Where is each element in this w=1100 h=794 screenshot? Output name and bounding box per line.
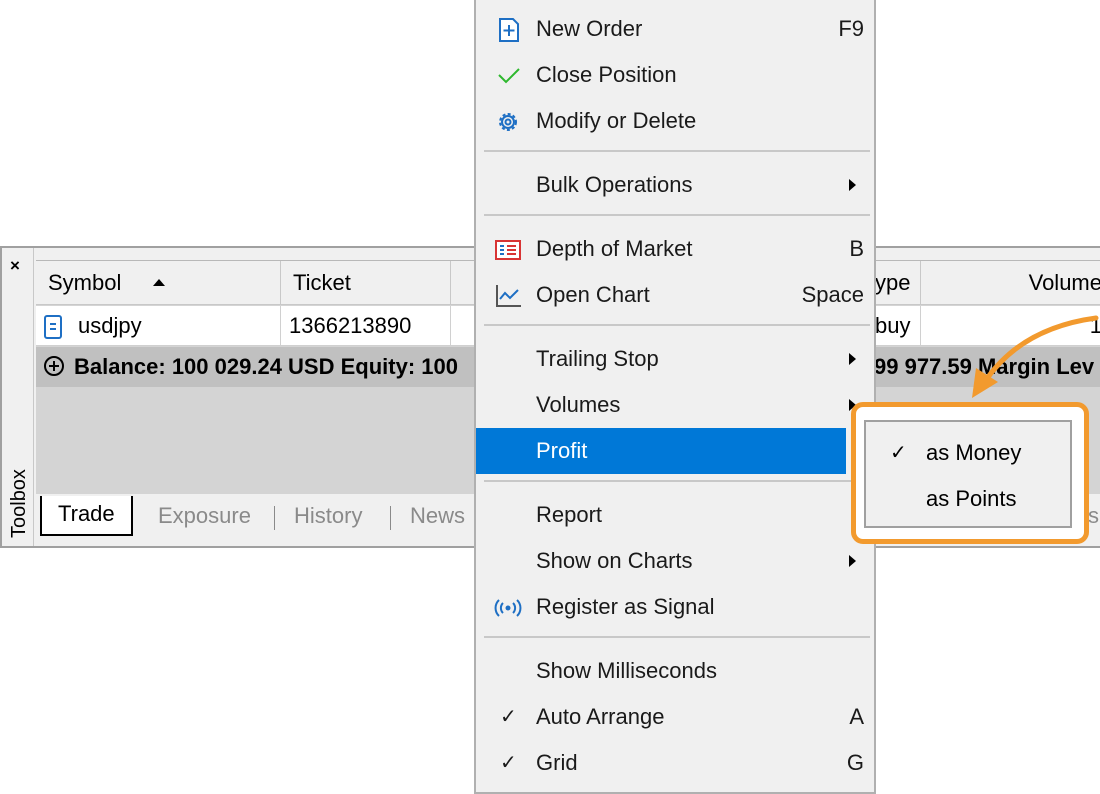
menu-item-depth-of-market[interactable]: Depth of Market B [476,226,874,272]
submenu-item-label: as Points [926,486,1017,511]
context-menu: New Order F9 Close Position Modify or De… [474,0,876,794]
depth-of-market-icon [495,240,521,260]
menu-item-shortcut: G [846,750,864,775]
submenu-arrow-icon [849,179,856,191]
menu-item-show-on-charts[interactable]: Show on Charts [476,538,874,584]
menu-item-show-milliseconds[interactable]: Show Milliseconds [476,648,874,694]
menu-item-close-position[interactable]: Close Position [476,52,874,98]
menu-item-shortcut: A [849,704,864,729]
menu-item-label: Show Milliseconds [536,658,717,683]
cell-symbol: usdjpy [36,306,281,346]
column-header-volume[interactable]: Volume [921,261,1100,305]
tab-divider [274,506,275,530]
menu-separator [484,150,870,152]
menu-separator [484,324,870,326]
signal-broadcast-icon [494,599,522,617]
new-order-icon [499,18,519,42]
submenu-item-label: as Money [926,440,1022,465]
menu-item-shortcut: Space [801,282,864,307]
type-value: buy [875,313,911,338]
menu-item-label: Trailing Stop [536,346,659,371]
tab-partial[interactable]: s [1088,498,1099,536]
menu-item-trailing-stop[interactable]: Trailing Stop [476,336,874,382]
menu-item-label: Show on Charts [536,548,693,573]
toolbox-side-strip: × Toolbox [2,248,34,546]
column-label: ype [875,270,911,295]
gear-icon [499,113,517,131]
menu-item-report[interactable]: Report [476,492,874,538]
menu-item-label: Depth of Market [536,236,693,261]
menu-item-label: Register as Signal [536,594,715,619]
menu-item-label: Auto Arrange [536,704,665,729]
menu-separator [484,636,870,638]
check-icon: ✓ [890,442,907,464]
menu-item-grid[interactable]: ✓ Grid G [476,740,874,786]
tab-history[interactable]: History [294,498,362,536]
check-icon: ✓ [500,752,517,774]
cell-ticket: 1366213890 [281,306,451,346]
menu-item-label: Volumes [536,392,621,417]
menu-item-shortcut: F9 [838,16,864,41]
tab-trade[interactable]: Trade [40,496,133,536]
checkmark-icon [498,68,520,84]
menu-item-new-order[interactable]: New Order F9 [476,6,874,52]
menu-item-volumes[interactable]: Volumes [476,382,874,428]
cell-type: buy [875,306,921,346]
menu-item-auto-arrange[interactable]: ✓ Auto Arrange A [476,694,874,740]
tab-news[interactable]: News [410,498,465,536]
symbol-value: usdjpy [78,313,142,338]
menu-item-label: Bulk Operations [536,172,693,197]
column-header-ticket[interactable]: Ticket [281,261,451,305]
menu-item-label: New Order [536,16,643,41]
menu-item-label: Grid [536,750,578,775]
menu-item-modify-delete[interactable]: Modify or Delete [476,98,874,144]
column-label: Ticket [293,270,351,295]
submenu-item-as-money[interactable]: ✓ as Money [866,430,1070,476]
menu-item-label: Open Chart [536,282,650,307]
menu-item-profit[interactable]: Profit [476,428,846,474]
sort-ascending-icon [153,278,166,286]
column-label: Volume [1028,270,1100,295]
submenu-arrow-icon [849,555,856,567]
menu-item-label: Modify or Delete [536,108,697,133]
close-icon[interactable]: × [10,257,20,274]
menu-item-register-signal[interactable]: Register as Signal [476,584,874,630]
submenu-arrow-icon [849,353,856,365]
callout-arrow-icon [972,315,1099,398]
ticket-value: 1366213890 [289,313,412,338]
menu-separator [484,480,870,482]
menu-item-bulk-operations[interactable]: Bulk Operations [476,162,874,208]
submenu-item-as-points[interactable]: as Points [866,476,1070,522]
chart-line-icon [496,285,521,307]
column-header-type[interactable]: ype [875,261,921,305]
document-icon [44,315,62,339]
menu-separator [484,214,870,216]
profit-submenu: ✓ as Money as Points [864,420,1072,528]
menu-item-open-chart[interactable]: Open Chart Space [476,272,874,318]
menu-item-shortcut: B [849,236,864,261]
column-header-symbol[interactable]: Symbol [36,261,281,305]
expand-plus-icon[interactable] [44,356,64,377]
check-icon: ✓ [500,706,517,728]
toolbox-label: Toolbox [8,469,30,538]
menu-item-label: Close Position [536,62,677,87]
menu-item-label: Report [536,502,603,527]
menu-item-label: Profit [536,438,588,463]
column-label: Symbol [48,270,122,295]
tab-divider [390,506,391,530]
balance-text: Balance: 100 029.24 USD Equity: 100 [74,354,458,379]
tab-exposure[interactable]: Exposure [158,498,251,536]
